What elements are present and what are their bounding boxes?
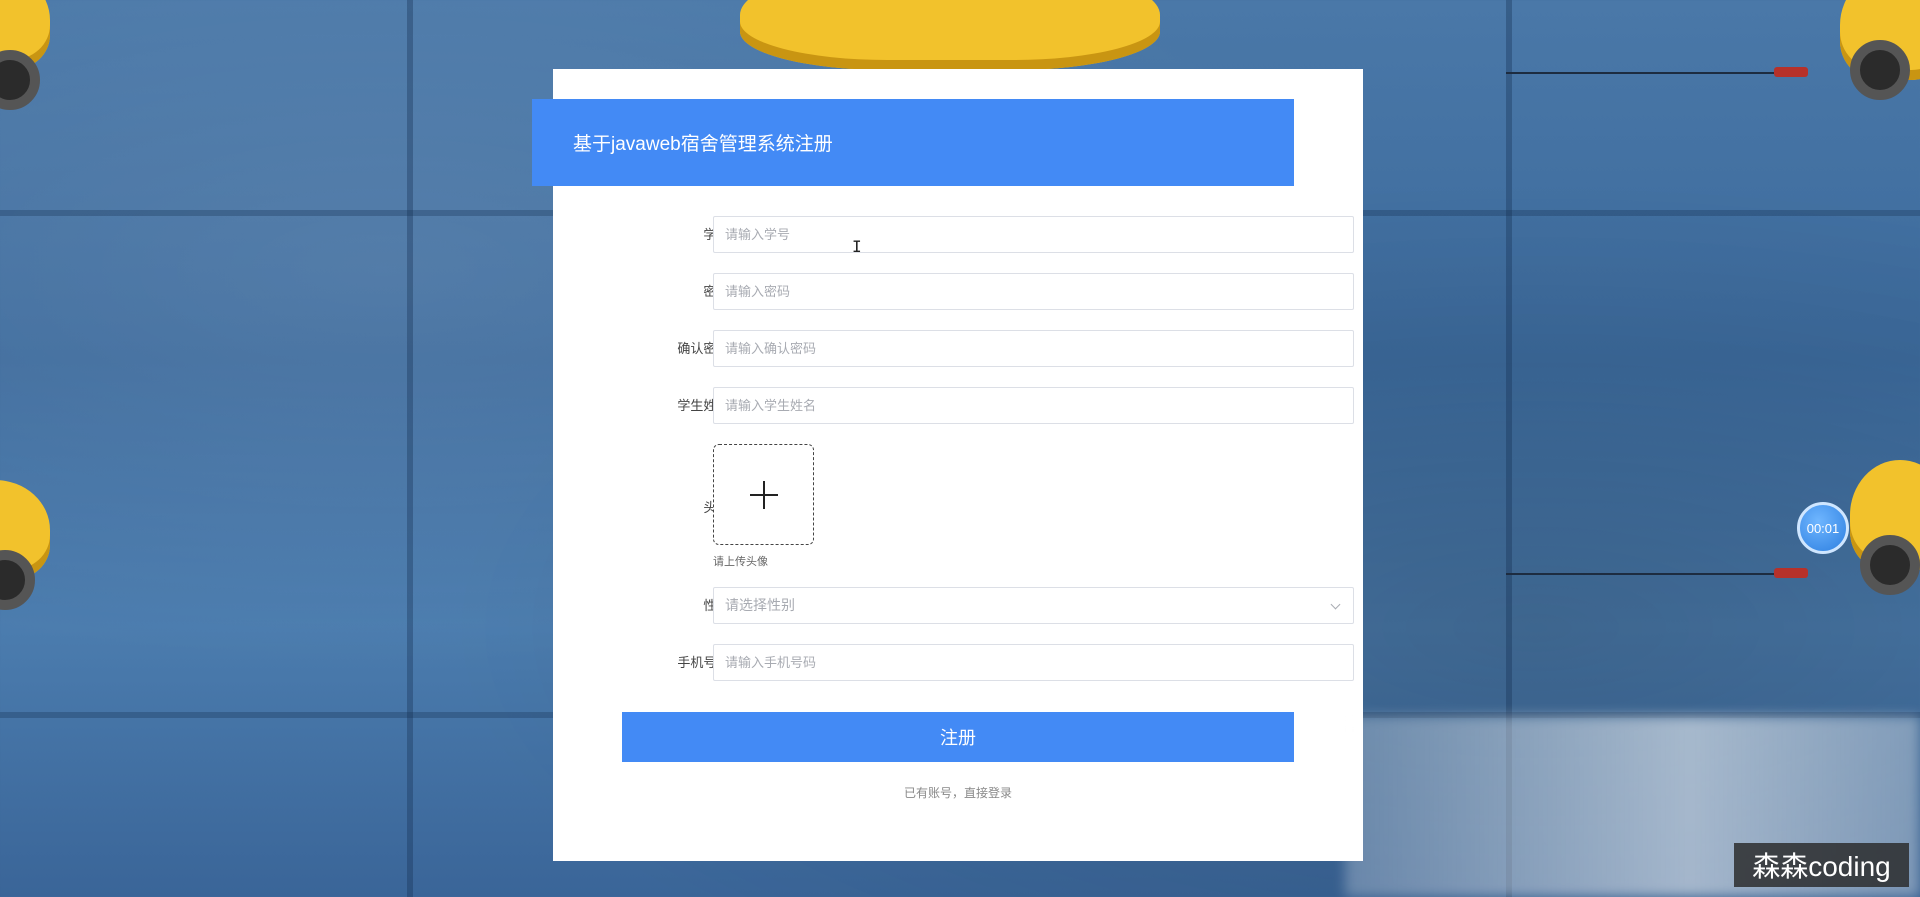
password-input[interactable] bbox=[713, 273, 1354, 310]
student-name-input[interactable] bbox=[713, 387, 1354, 424]
form-row-password: 密码: bbox=[553, 273, 1363, 311]
text-cursor-icon: I bbox=[852, 237, 862, 256]
chevron-down-icon bbox=[1330, 599, 1341, 610]
login-link[interactable]: 已有账号，直接登录 bbox=[622, 784, 1294, 801]
cord-decor bbox=[1506, 72, 1776, 74]
phone-label: 手机号码: bbox=[677, 655, 733, 670]
background-tile-seam bbox=[407, 0, 413, 897]
cord-decor bbox=[1506, 573, 1776, 575]
form-row-gender: 性别: 请选择性别 bbox=[553, 587, 1363, 625]
password-label: 密码: bbox=[593, 273, 733, 311]
form-row-phone: 手机号码: bbox=[553, 644, 1363, 682]
register-button[interactable]: 注册 bbox=[622, 712, 1294, 762]
phone-input[interactable] bbox=[713, 644, 1354, 681]
plug-decor bbox=[1774, 67, 1808, 77]
page-title: 基于javaweb宿舍管理系统注册 bbox=[573, 134, 833, 155]
avatar-upload-tip: 请上传头像 bbox=[713, 556, 768, 568]
plus-icon-vertical bbox=[762, 480, 765, 509]
avatar-upload-button[interactable] bbox=[713, 444, 814, 545]
gender-select-placeholder: 请选择性别 bbox=[725, 597, 795, 613]
student-name-label: 学生姓名: bbox=[677, 398, 733, 413]
student-id-label: 学号: bbox=[593, 216, 733, 254]
confirm-password-label: 确认密码: bbox=[677, 341, 733, 356]
gender-label: 性别: bbox=[593, 587, 733, 625]
form-row-confirm-password: 确认密码: bbox=[553, 330, 1363, 368]
student-id-input[interactable] bbox=[713, 216, 1354, 253]
watermark: 森森coding bbox=[1734, 843, 1909, 887]
toy-car-wheel bbox=[1860, 535, 1920, 595]
confirm-password-input[interactable] bbox=[713, 330, 1354, 367]
plug-decor bbox=[1774, 568, 1808, 578]
toy-car-image bbox=[740, 0, 1160, 70]
gender-select[interactable]: 请选择性别 bbox=[713, 587, 1354, 624]
register-header: 基于javaweb宿舍管理系统注册 bbox=[532, 99, 1294, 186]
avatar-label: 头像: bbox=[593, 497, 733, 516]
toy-car-wheel bbox=[1850, 40, 1910, 100]
form-row-student-id: 学号: bbox=[553, 216, 1363, 254]
recording-timer: 00:01 bbox=[1797, 502, 1849, 554]
form-row-student-name: 学生姓名: bbox=[553, 387, 1363, 425]
